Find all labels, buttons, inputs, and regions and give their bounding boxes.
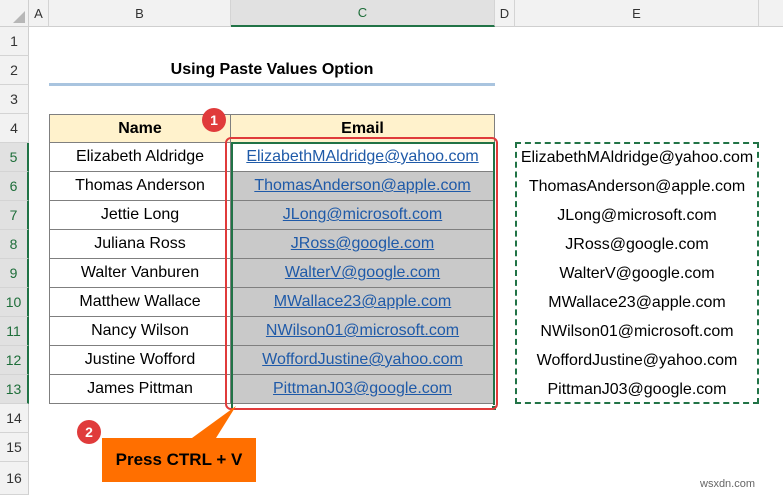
select-all-corner[interactable]	[0, 0, 29, 27]
row-header-14[interactable]: 14	[0, 404, 29, 433]
paste-area-highlight	[225, 137, 498, 410]
name-cell[interactable]: James Pittman	[49, 375, 231, 404]
name-text: Justine Wofford	[84, 351, 196, 368]
name-text: Juliana Ross	[94, 235, 186, 252]
row-header-6[interactable]: 6	[0, 172, 29, 201]
title-underline	[49, 83, 495, 86]
name-text: Nancy Wilson	[91, 322, 189, 339]
row-header-9[interactable]: 9	[0, 259, 29, 288]
watermark: wsxdn.com	[700, 478, 756, 490]
copied-email-cell[interactable]: ThomasAnderson@apple.com	[515, 172, 759, 201]
name-cell[interactable]: Jettie Long	[49, 201, 231, 230]
name-text: Jettie Long	[100, 206, 180, 223]
name-cell[interactable]: Thomas Anderson	[49, 172, 231, 201]
column-header-e[interactable]: E	[515, 0, 759, 27]
row-header-1[interactable]: 1	[0, 27, 29, 56]
row-header-7[interactable]: 7	[0, 201, 29, 230]
column-header-next[interactable]	[759, 0, 783, 27]
column-header-b[interactable]: B	[49, 0, 231, 27]
row-header-10[interactable]: 10	[0, 288, 29, 317]
row-header-5[interactable]: 5	[0, 143, 29, 172]
row-header-11[interactable]: 11	[0, 317, 29, 346]
copied-email-cell[interactable]: JLong@microsoft.com	[515, 201, 759, 230]
name-cell[interactable]: Walter Vanburen	[49, 259, 231, 288]
name-cell[interactable]: Juliana Ross	[49, 230, 231, 259]
copied-email-cell[interactable]: PittmanJ03@google.com	[515, 375, 759, 404]
name-text: Elizabeth Aldridge	[75, 148, 205, 165]
name-text: Walter Vanburen	[80, 264, 200, 281]
copied-email-cell[interactable]: MWallace23@apple.com	[515, 288, 759, 317]
name-text: Thomas Anderson	[75, 177, 205, 194]
name-text: James Pittman	[87, 380, 193, 397]
row-header-2[interactable]: 2	[0, 56, 29, 85]
row-header-8[interactable]: 8	[0, 230, 29, 259]
name-cell[interactable]: Justine Wofford	[49, 346, 231, 375]
step-2-marker: 2	[77, 420, 101, 444]
row-header-15[interactable]: 15	[0, 433, 29, 462]
sheet-title: Using Paste Values Option	[170, 61, 374, 78]
row-header-12[interactable]: 12	[0, 346, 29, 375]
column-header-c[interactable]: C	[231, 0, 495, 27]
row-header-4[interactable]: 4	[0, 114, 29, 143]
column-header-a[interactable]: A	[29, 0, 49, 27]
select-all-triangle-icon	[13, 11, 25, 23]
name-cell[interactable]: Matthew Wallace	[49, 288, 231, 317]
name-text: Matthew Wallace	[79, 293, 201, 310]
copied-email-cell[interactable]: NWilson01@microsoft.com	[515, 317, 759, 346]
copied-email-cell[interactable]: WoffordJustine@yahoo.com	[515, 346, 759, 375]
name-cell[interactable]: Elizabeth Aldridge	[49, 143, 231, 172]
copied-email-cell[interactable]: JRoss@google.com	[515, 230, 759, 259]
name-cell[interactable]: Nancy Wilson	[49, 317, 231, 346]
step-1-marker: 1	[202, 108, 226, 132]
row-header-13[interactable]: 13	[0, 375, 29, 404]
column-header-d[interactable]: D	[495, 0, 515, 27]
row-header-16[interactable]: 16	[0, 462, 29, 495]
copied-email-cell[interactable]: WalterV@google.com	[515, 259, 759, 288]
row-header-3[interactable]: 3	[0, 85, 29, 114]
press-ctrl-v-callout: Press CTRL + V	[102, 438, 256, 482]
copied-email-cell[interactable]: ElizabethMAldridge@yahoo.com	[515, 143, 759, 172]
